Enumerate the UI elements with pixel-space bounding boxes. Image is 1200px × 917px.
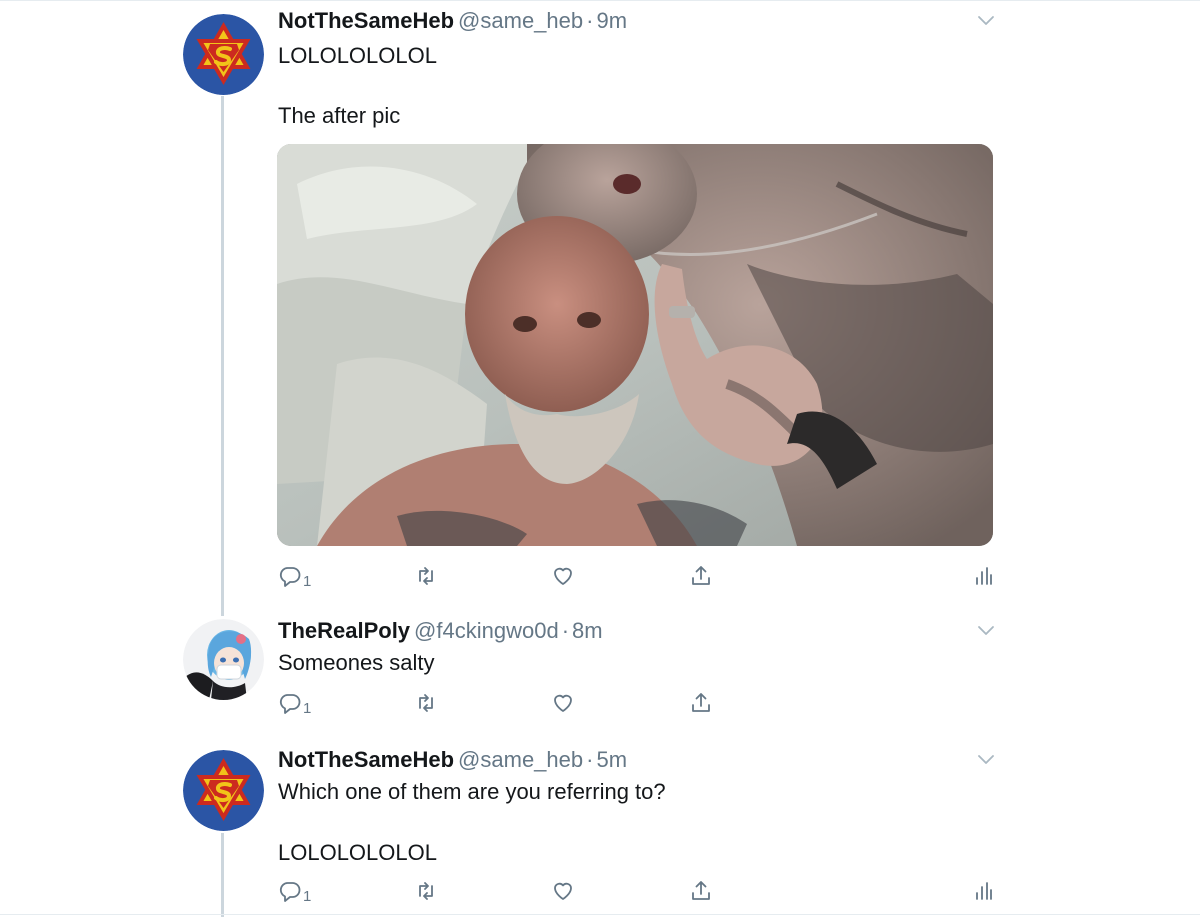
tweet-actions: 1 <box>0 561 1200 591</box>
retweet-icon <box>419 694 433 712</box>
bottom-divider <box>0 914 1200 915</box>
retweet-icon <box>419 882 433 900</box>
tweet-text: LOLOLOLOLOL <box>278 840 437 865</box>
like-icon <box>554 882 572 900</box>
separator: · <box>561 618 570 643</box>
like-button[interactable] <box>551 876 575 906</box>
analytics-button[interactable] <box>972 876 996 906</box>
reply-icon <box>279 882 301 902</box>
more-button[interactable] <box>976 624 996 638</box>
tweet-header: NotTheSameHeb @same_heb · 5m <box>278 747 627 773</box>
display-name[interactable]: NotTheSameHeb <box>278 747 454 772</box>
display-name[interactable]: TheRealPoly <box>278 618 410 643</box>
tweet-header: NotTheSameHeb @same_heb · 9m <box>278 8 627 34</box>
avatar[interactable] <box>183 14 264 95</box>
share-button[interactable] <box>689 561 713 591</box>
reply-count: 1 <box>303 572 312 590</box>
retweet-button[interactable] <box>414 688 438 718</box>
tweet-text: Someones salty <box>278 650 435 675</box>
reply-button[interactable]: 1 <box>278 561 311 591</box>
analytics-icon <box>976 882 992 900</box>
superman-star-of-david-icon <box>183 14 264 95</box>
reply-icon <box>279 694 301 714</box>
user-handle[interactable]: @same_heb <box>458 8 583 33</box>
chevron-down-icon <box>978 755 994 764</box>
retweet-button[interactable] <box>414 876 438 906</box>
avatar[interactable] <box>183 750 264 831</box>
separator: · <box>586 8 594 33</box>
superman-star-of-david-icon <box>183 750 264 831</box>
tweet-text: LOLOLOLOLOL <box>278 43 437 68</box>
tweet-text: Which one of them are you referring to? <box>278 779 666 804</box>
retweet-icon <box>419 567 433 585</box>
share-icon <box>692 566 710 585</box>
user-handle[interactable]: @same_heb <box>458 747 583 772</box>
display-name[interactable]: NotTheSameHeb <box>278 8 454 33</box>
retweet-button[interactable] <box>414 561 438 591</box>
tweet-actions: 1 <box>0 688 1200 718</box>
more-button[interactable] <box>976 753 996 767</box>
separator: · <box>586 747 594 772</box>
reply-icon <box>279 567 301 587</box>
reply-count: 1 <box>303 887 312 905</box>
tweet-actions: 1 <box>0 876 1200 906</box>
timestamp[interactable]: 9m <box>596 8 627 33</box>
like-icon <box>554 694 572 712</box>
analytics-icon <box>976 567 992 585</box>
more-button[interactable] <box>976 14 996 28</box>
chevron-down-icon <box>978 16 994 25</box>
thread-line <box>221 96 224 616</box>
timestamp[interactable]: 8m <box>572 618 603 643</box>
photo-image <box>277 144 993 546</box>
reply-button[interactable]: 1 <box>278 688 311 718</box>
like-button[interactable] <box>551 561 575 591</box>
user-handle[interactable]: @f4ckingwo0d <box>414 618 559 643</box>
tweet-photo[interactable] <box>277 144 993 546</box>
share-icon <box>692 693 710 712</box>
reply-count: 1 <box>303 699 312 717</box>
analytics-button[interactable] <box>972 561 996 591</box>
like-button[interactable] <box>551 688 575 718</box>
tweet-text: The after pic <box>278 103 401 128</box>
chevron-down-icon <box>978 626 994 635</box>
like-icon <box>554 567 572 585</box>
share-button[interactable] <box>689 688 713 718</box>
timestamp[interactable]: 5m <box>596 747 627 772</box>
share-icon <box>692 881 710 900</box>
reply-button[interactable]: 1 <box>278 876 311 906</box>
share-button[interactable] <box>689 876 713 906</box>
tweet-header: TheRealPoly @f4ckingwo0d · 8m <box>278 618 603 644</box>
top-divider <box>0 0 1200 1</box>
